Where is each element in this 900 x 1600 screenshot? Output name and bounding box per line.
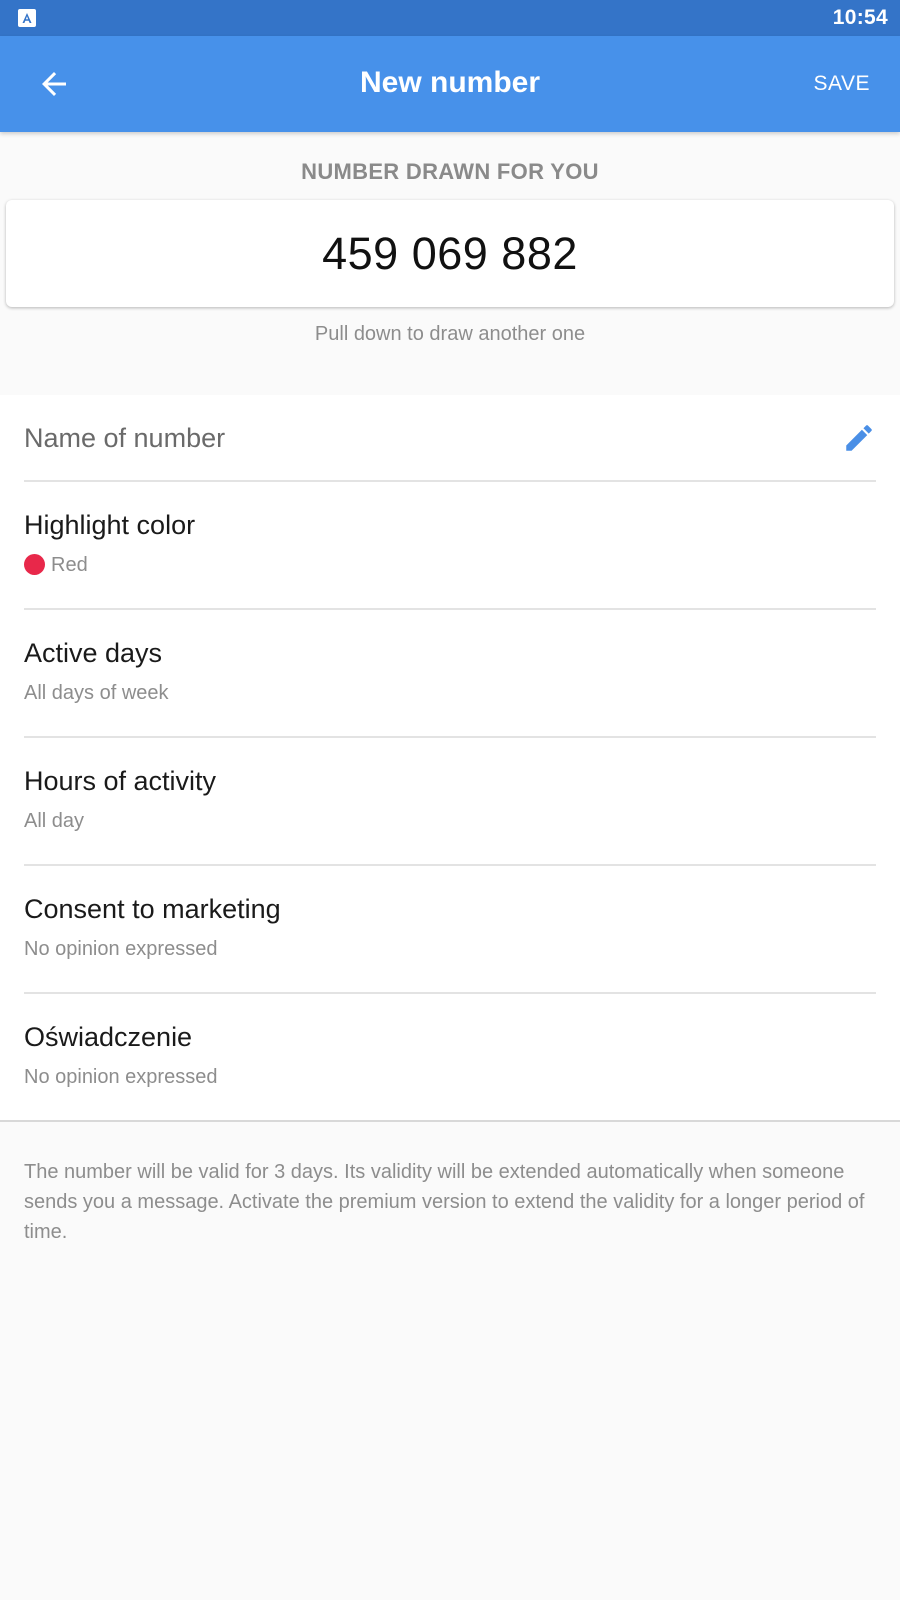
status-bar: 10:54 bbox=[0, 0, 900, 36]
drawn-number: 459 069 882 bbox=[322, 228, 578, 279]
validity-note: The number will be valid for 3 days. Its… bbox=[24, 1161, 865, 1243]
pull-to-redraw-hint: Pull down to draw another one bbox=[314, 323, 586, 345]
save-button[interactable]: SAVE bbox=[814, 72, 870, 96]
drawn-number-card: 459 069 882 bbox=[6, 200, 894, 307]
setting-title: Hours of activity bbox=[24, 766, 217, 796]
setting-highlight-color[interactable]: Highlight color Red bbox=[24, 482, 876, 610]
app-notification-icon bbox=[18, 9, 36, 27]
setting-title: Oświadczenie bbox=[24, 1022, 193, 1052]
number-section-heading: NUMBER DRAWN FOR YOU bbox=[301, 159, 599, 184]
number-name-field[interactable]: Name of number bbox=[24, 395, 876, 482]
setting-active-days[interactable]: Active days All days of week bbox=[24, 610, 876, 738]
setting-title: Highlight color bbox=[24, 510, 196, 540]
app-bar: New number SAVE bbox=[0, 36, 900, 132]
page-title: New number bbox=[359, 66, 541, 99]
setting-value: All day bbox=[24, 810, 85, 832]
pencil-icon[interactable] bbox=[842, 421, 876, 455]
setting-consent-to-marketing[interactable]: Consent to marketing No opinion expresse… bbox=[24, 866, 876, 994]
number-name-placeholder: Name of number bbox=[24, 423, 226, 453]
setting-oswiadczenie[interactable]: Oświadczenie No opinion expressed bbox=[24, 994, 876, 1122]
setting-title: Active days bbox=[24, 638, 163, 668]
setting-value: No opinion expressed bbox=[24, 938, 218, 960]
setting-title: Consent to marketing bbox=[24, 894, 281, 924]
status-clock: 10:54 bbox=[832, 6, 888, 29]
color-swatch bbox=[24, 554, 45, 575]
setting-value: All days of week bbox=[24, 682, 169, 704]
settings-list: Name of number Highlight color Red Activ… bbox=[0, 395, 900, 1122]
setting-value: No opinion expressed bbox=[24, 1066, 218, 1088]
setting-hours-of-activity[interactable]: Hours of activity All day bbox=[24, 738, 876, 866]
setting-value: Red bbox=[51, 554, 88, 576]
